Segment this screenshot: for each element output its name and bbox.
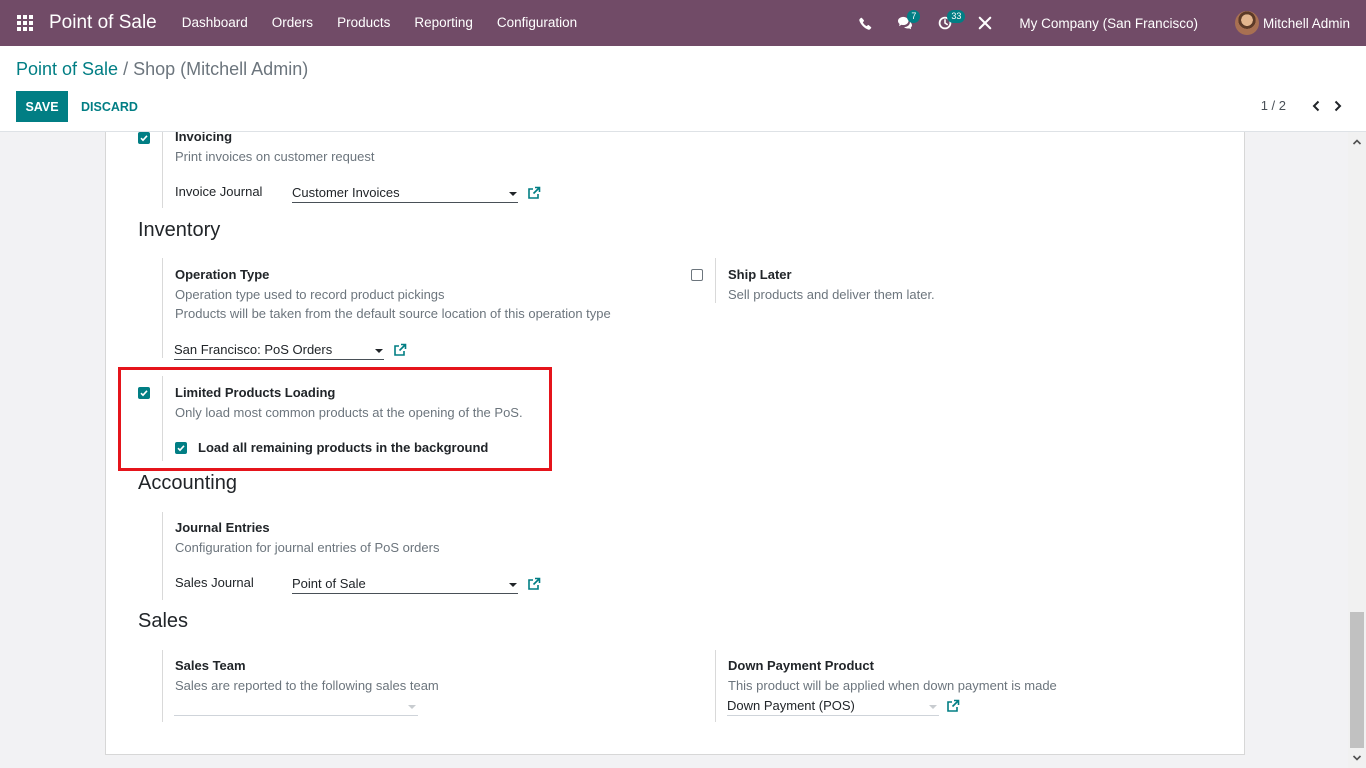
menu-configuration[interactable]: Configuration xyxy=(485,0,589,46)
down-payment-product-value: Down Payment (POS) xyxy=(727,698,855,713)
app-brand[interactable]: Point of Sale xyxy=(49,12,157,34)
save-button[interactable]: SAVE xyxy=(16,91,68,122)
chevron-down-icon xyxy=(509,583,517,587)
down-payment-product-title: Down Payment Product xyxy=(728,658,874,673)
phone-icon[interactable] xyxy=(851,0,879,46)
invoice-journal-label: Invoice Journal xyxy=(175,184,263,199)
setting-divider xyxy=(162,376,163,461)
ship-later-description: Sell products and deliver them later. xyxy=(728,287,935,302)
user-name: Mitchell Admin xyxy=(1262,15,1350,31)
accounting-heading: Accounting xyxy=(138,472,237,494)
limited-products-loading-title: Limited Products Loading xyxy=(175,385,336,400)
operation-type-value: San Francisco: PoS Orders xyxy=(174,342,333,357)
scroll-down-icon[interactable] xyxy=(1348,750,1366,766)
external-link-icon[interactable] xyxy=(393,343,407,357)
activities-count-badge: 33 xyxy=(947,10,966,23)
setting-divider xyxy=(715,650,716,722)
inventory-heading: Inventory xyxy=(138,219,221,241)
sales-heading: Sales xyxy=(138,610,189,632)
menu-reporting[interactable]: Reporting xyxy=(402,0,485,46)
sales-journal-select[interactable]: Point of Sale xyxy=(292,574,518,594)
external-link-icon[interactable] xyxy=(527,186,541,200)
menu-products[interactable]: Products xyxy=(325,0,402,46)
limited-products-loading-checkbox[interactable] xyxy=(138,387,150,399)
setting-divider xyxy=(162,512,163,600)
invoicing-title: Invoicing xyxy=(175,132,233,144)
chevron-down-icon xyxy=(408,705,416,709)
user-menu[interactable]: Mitchell Admin xyxy=(1234,11,1350,35)
control-panel: Point of Sale / Shop (Mitchell Admin) SA… xyxy=(0,46,1366,132)
operation-type-description: Operation type used to record product pi… xyxy=(175,287,445,302)
form-view: Invoicing Print invoices on customer req… xyxy=(0,132,1348,768)
ship-later-checkbox[interactable] xyxy=(691,269,703,281)
setting-divider xyxy=(162,258,163,358)
company-switcher[interactable]: My Company (San Francisco) xyxy=(1019,16,1198,31)
pager-previous-icon[interactable] xyxy=(1308,96,1324,116)
breadcrumb-current: Shop (Mitchell Admin) xyxy=(133,59,309,79)
systray: 7 33 My Company (San Francisco) Mitchell… xyxy=(845,0,1366,46)
discard-button[interactable]: DISCARD xyxy=(74,91,145,122)
top-navbar: Point of Sale Dashboard Orders Products … xyxy=(0,0,1366,46)
apps-menu-icon[interactable] xyxy=(16,14,34,32)
menu-dashboard[interactable]: Dashboard xyxy=(170,0,260,46)
setting-divider xyxy=(162,132,163,208)
down-payment-product-description: This product will be applied when down p… xyxy=(728,678,1057,693)
messages-icon[interactable]: 7 xyxy=(891,0,921,46)
scrollbar-thumb[interactable] xyxy=(1350,612,1364,748)
user-avatar xyxy=(1234,11,1259,35)
pager-value[interactable]: 1 / 2 xyxy=(1261,98,1286,113)
invoicing-checkbox[interactable] xyxy=(138,132,150,144)
sales-team-select[interactable] xyxy=(174,696,418,716)
activities-icon[interactable]: 33 xyxy=(931,0,966,46)
vertical-scrollbar[interactable] xyxy=(1348,132,1366,768)
sales-journal-label: Sales Journal xyxy=(175,575,254,590)
journal-entries-description: Configuration for journal entries of PoS… xyxy=(175,540,440,555)
sales-team-description: Sales are reported to the following sale… xyxy=(175,678,439,693)
breadcrumb-separator: / xyxy=(123,59,129,79)
ship-later-title: Ship Later xyxy=(728,267,792,282)
menu-orders[interactable]: Orders xyxy=(260,0,325,46)
chevron-down-icon xyxy=(509,192,517,196)
invoicing-description: Print invoices on customer request xyxy=(175,149,375,164)
external-link-icon[interactable] xyxy=(527,577,541,591)
setting-divider xyxy=(715,258,716,303)
scroll-up-icon[interactable] xyxy=(1348,134,1366,150)
chevron-down-icon xyxy=(929,705,937,709)
breadcrumb: Point of Sale / Shop (Mitchell Admin) xyxy=(16,59,308,80)
invoice-journal-value: Customer Invoices xyxy=(292,185,400,200)
invoice-journal-select[interactable]: Customer Invoices xyxy=(292,183,518,203)
pager-next-icon[interactable] xyxy=(1330,96,1346,116)
operation-type-select[interactable]: San Francisco: PoS Orders xyxy=(174,340,384,360)
breadcrumb-parent-link[interactable]: Point of Sale xyxy=(16,59,118,79)
operation-type-description-2: Products will be taken from the default … xyxy=(175,306,611,321)
chevron-down-icon xyxy=(375,349,383,353)
messages-count-badge: 7 xyxy=(907,10,921,23)
operation-type-title: Operation Type xyxy=(175,267,270,282)
load-remaining-products-checkbox[interactable] xyxy=(175,442,187,454)
sales-journal-value: Point of Sale xyxy=(292,576,366,591)
limited-products-loading-description: Only load most common products at the op… xyxy=(175,405,523,420)
journal-entries-title: Journal Entries xyxy=(175,520,270,535)
sales-team-title: Sales Team xyxy=(175,658,246,673)
down-payment-product-select[interactable]: Down Payment (POS) xyxy=(727,696,939,716)
debug-tools-icon[interactable] xyxy=(971,0,999,46)
external-link-icon[interactable] xyxy=(946,699,960,713)
setting-divider xyxy=(162,650,163,722)
load-remaining-products-label[interactable]: Load all remaining products in the backg… xyxy=(198,440,488,455)
